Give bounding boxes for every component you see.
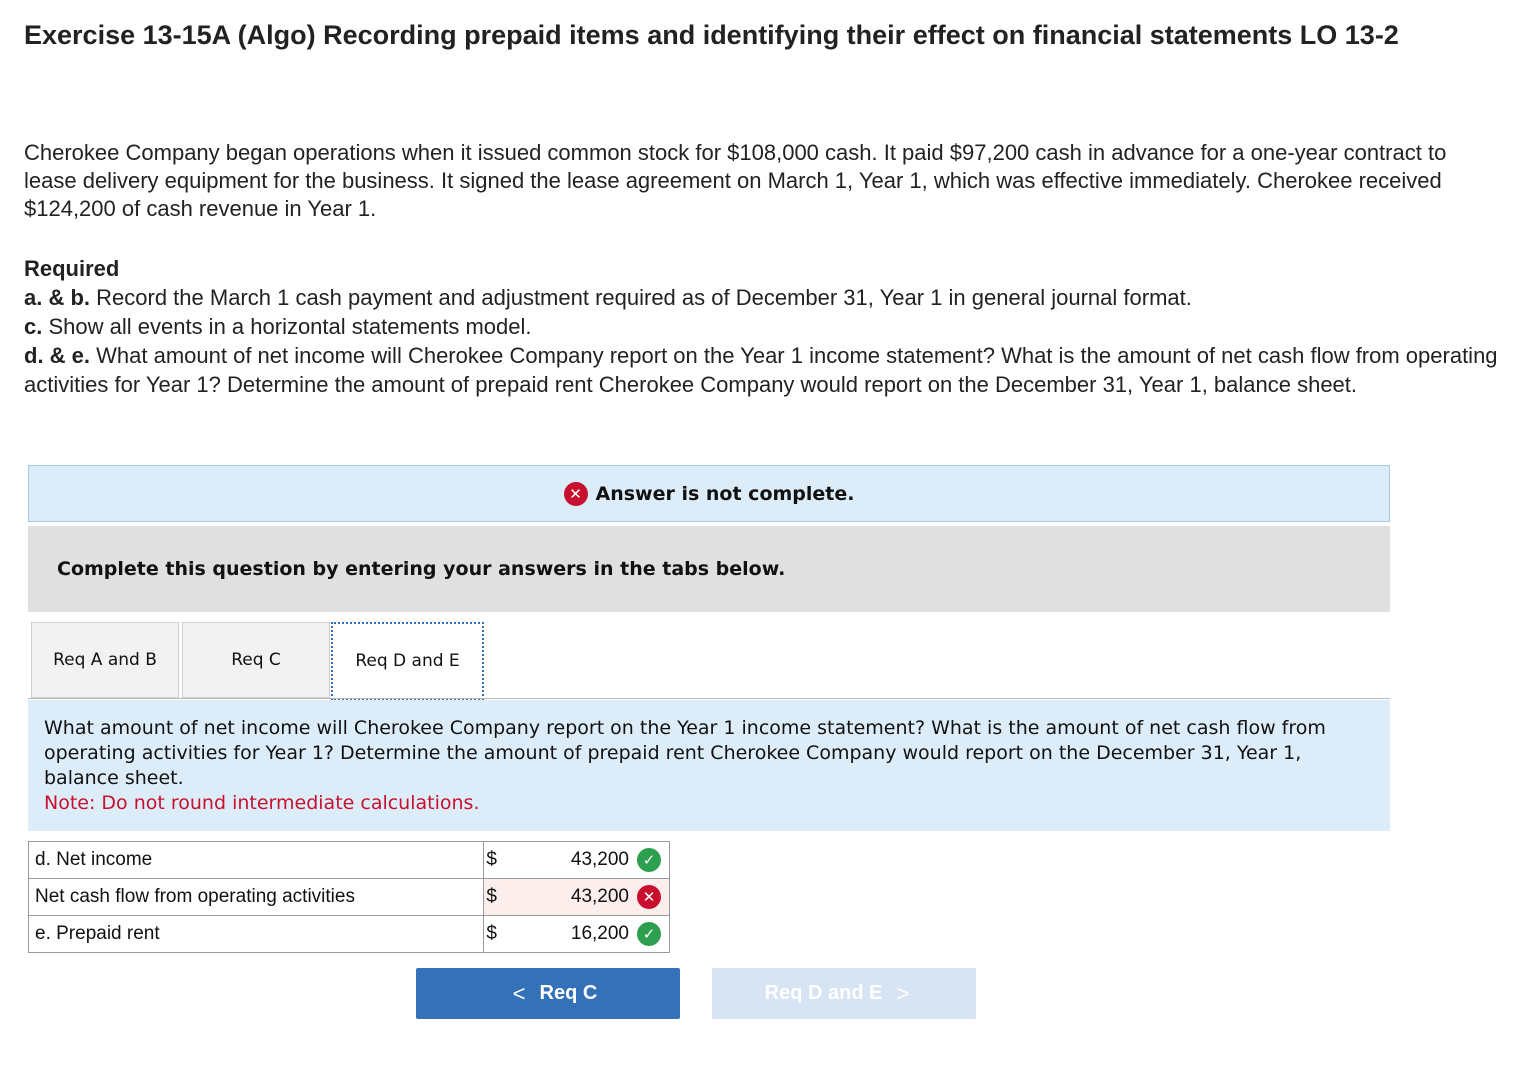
- required-item-label: c.: [24, 314, 43, 339]
- required-item-text: Show all events in a horizontal statemen…: [48, 314, 532, 339]
- next-button-label: Req D and E: [764, 982, 883, 1004]
- instruction-text: Complete this question by entering your …: [57, 558, 786, 580]
- check-icon: ✓: [637, 848, 661, 872]
- question-text: What amount of net income will Cherokee …: [44, 717, 1326, 789]
- answer-label: Net cash flow from operating activities: [27, 878, 485, 916]
- answer-value: 16,200: [570, 923, 629, 944]
- answer-value: 43,200: [570, 849, 629, 870]
- required-item-label: d. & e.: [24, 343, 91, 368]
- chevron-left-icon: <: [512, 980, 526, 1006]
- problem-intro: Cherokee Company began operations when i…: [24, 140, 1447, 221]
- check-icon: ✓: [637, 922, 661, 946]
- table-row: Net cash flow from operating activities …: [27, 878, 670, 916]
- tab-req-d-and-e[interactable]: Req D and E: [331, 622, 484, 700]
- instruction-bar: Complete this question by entering your …: [28, 526, 1390, 612]
- currency-symbol: $: [483, 878, 514, 916]
- table-row: e. Prepaid rent $ 16,200 ✓: [27, 915, 670, 953]
- currency-symbol: $: [483, 915, 514, 953]
- required-heading: Required: [24, 256, 120, 281]
- tab-divider: [28, 698, 1390, 699]
- tab-req-a-and-b[interactable]: Req A and B: [31, 622, 179, 698]
- answer-label: e. Prepaid rent: [27, 915, 485, 953]
- answer-table: d. Net income $ 43,200 ✓ Net cash flow f…: [27, 841, 670, 953]
- answer-status-banner: ✕ Answer is not complete.: [28, 465, 1390, 522]
- required-section: Required a. & b. Record the March 1 cash…: [24, 254, 1524, 399]
- question-panel: What amount of net income will Cherokee …: [28, 700, 1390, 831]
- chevron-right-icon: >: [896, 980, 910, 1006]
- currency-symbol: $: [483, 841, 514, 879]
- prepaid-rent-input[interactable]: 16,200 ✓: [513, 915, 670, 953]
- page-title: Exercise 13-15A (Algo) Recording prepaid…: [24, 20, 1399, 50]
- table-row: d. Net income $ 43,200 ✓: [27, 841, 670, 879]
- answer-value: 43,200: [570, 886, 629, 907]
- next-tab-button[interactable]: Req D and E >: [712, 968, 976, 1019]
- required-item-text: Record the March 1 cash payment and adju…: [96, 285, 1192, 310]
- prev-button-label: Req C: [539, 982, 598, 1004]
- prev-tab-button[interactable]: < Req C: [416, 968, 680, 1019]
- required-item-ab: a. & b. Record the March 1 cash payment …: [24, 283, 1524, 312]
- answer-status-text: Answer is not complete.: [595, 482, 855, 505]
- question-note: Note: Do not round intermediate calculat…: [44, 792, 480, 814]
- required-item-de: d. & e. What amount of net income will C…: [24, 341, 1524, 399]
- net-income-input[interactable]: 43,200 ✓: [513, 841, 670, 879]
- x-icon: ✕: [637, 885, 661, 909]
- required-item-label: a. & b.: [24, 285, 91, 310]
- x-circle-icon: ✕: [563, 481, 588, 506]
- answer-label: d. Net income: [27, 841, 485, 879]
- tab-req-c[interactable]: Req C: [182, 622, 330, 698]
- required-item-c: c. Show all events in a horizontal state…: [24, 312, 1524, 341]
- net-cash-flow-input[interactable]: 43,200 ✕: [513, 878, 670, 916]
- required-item-text: What amount of net income will Cherokee …: [24, 343, 1498, 397]
